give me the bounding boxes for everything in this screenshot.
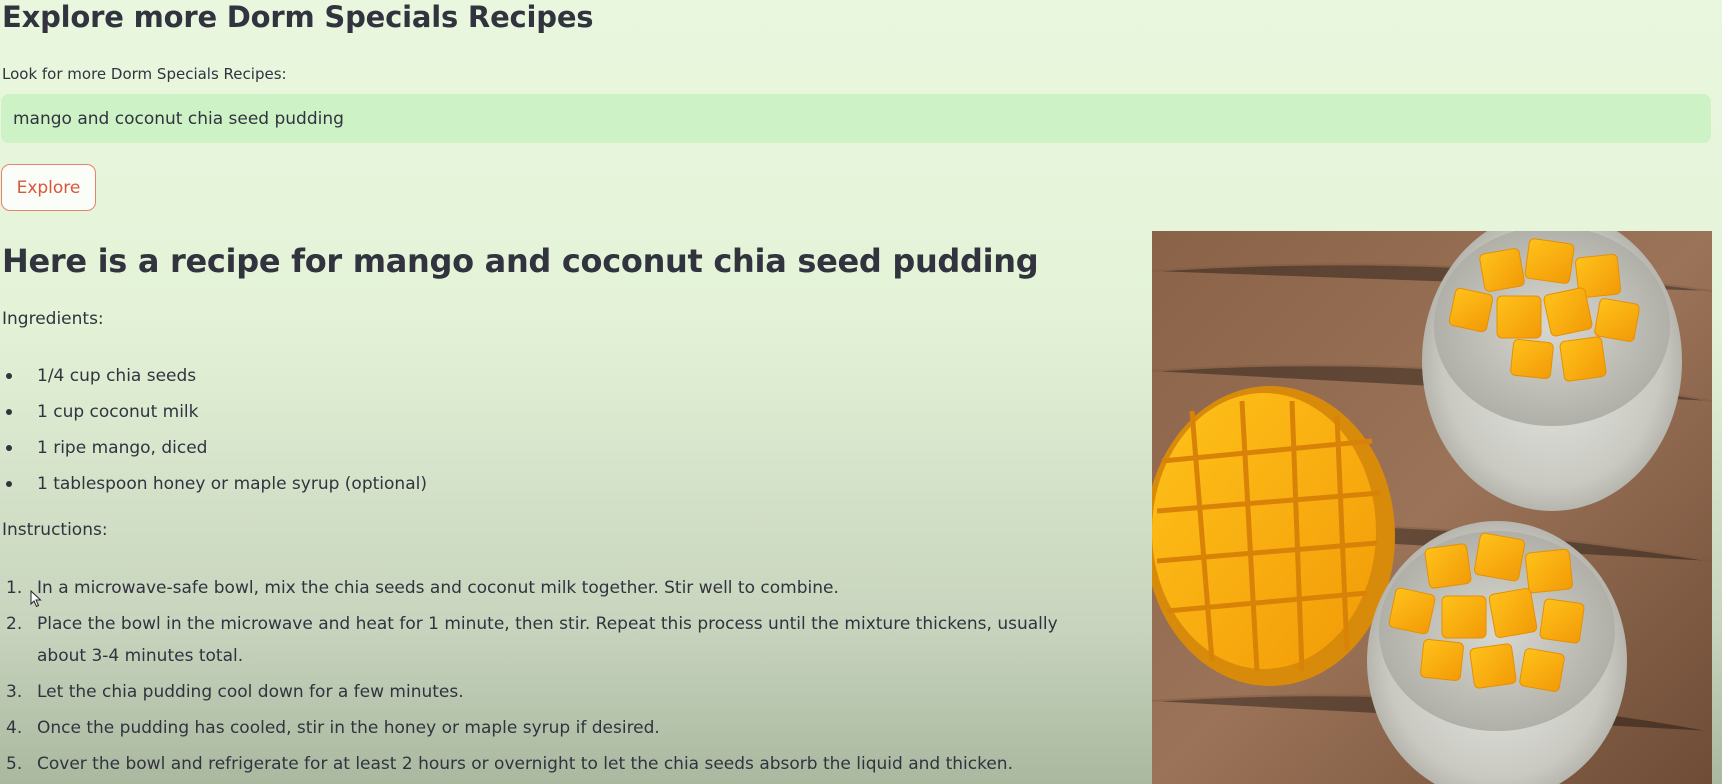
explore-button[interactable]: Explore (1, 164, 96, 211)
step-number: 5. (6, 754, 23, 774)
instruction-text: Place the bowl in the microwave and heat… (37, 614, 1058, 666)
step-number: 1. (6, 578, 23, 598)
search-label: Look for more Dorm Specials Recipes: (2, 65, 287, 83)
recipe-image (1152, 231, 1712, 784)
ingredients-list: 1/4 cup chia seeds 1 cup coconut milk 1 … (0, 360, 1080, 504)
step-number: 2. (6, 614, 23, 634)
bullet-icon (6, 409, 12, 415)
ingredient-item: 1 ripe mango, diced (0, 432, 1080, 468)
page-title: Explore more Dorm Specials Recipes (2, 0, 594, 34)
ingredient-text: 1 ripe mango, diced (37, 438, 208, 458)
bullet-icon (6, 445, 12, 451)
search-input[interactable] (1, 94, 1711, 143)
ingredient-text: 1 cup coconut milk (37, 402, 199, 422)
ingredient-item: 1 tablespoon honey or maple syrup (optio… (0, 468, 1080, 504)
ingredient-text: 1/4 cup chia seeds (37, 366, 197, 386)
step-number: 4. (6, 718, 23, 738)
instruction-text: Cover the bowl and refrigerate for at le… (37, 754, 1013, 774)
bullet-icon (6, 373, 12, 379)
ingredient-text: 1 tablespoon honey or maple syrup (optio… (37, 474, 427, 494)
mouse-cursor-icon (30, 590, 42, 608)
instruction-text: In a microwave-safe bowl, mix the chia s… (37, 578, 839, 598)
recipe-title: Here is a recipe for mango and coconut c… (2, 242, 1039, 280)
instructions-label: Instructions: (2, 520, 108, 540)
instruction-item: 4. Once the pudding has cooled, stir in … (0, 712, 1080, 744)
instruction-item: 5. Cover the bowl and refrigerate for at… (0, 748, 1080, 780)
instruction-text: Once the pudding has cooled, stir in the… (37, 718, 660, 738)
instructions-list: 1. In a microwave-safe bowl, mix the chi… (0, 572, 1080, 784)
instruction-item: 2. Place the bowl in the microwave and h… (0, 608, 1080, 672)
instruction-text: Let the chia pudding cool down for a few… (37, 682, 464, 702)
bullet-icon (6, 481, 12, 487)
instruction-item: 3. Let the chia pudding cool down for a … (0, 676, 1080, 708)
instruction-item: 1. In a microwave-safe bowl, mix the chi… (0, 572, 1080, 604)
app-page: Explore more Dorm Specials Recipes Look … (0, 0, 1722, 784)
ingredients-label: Ingredients: (2, 309, 104, 329)
ingredient-item: 1/4 cup chia seeds (0, 360, 1080, 396)
step-number: 3. (6, 682, 23, 702)
mango-half (1152, 386, 1395, 686)
ingredient-item: 1 cup coconut milk (0, 396, 1080, 432)
